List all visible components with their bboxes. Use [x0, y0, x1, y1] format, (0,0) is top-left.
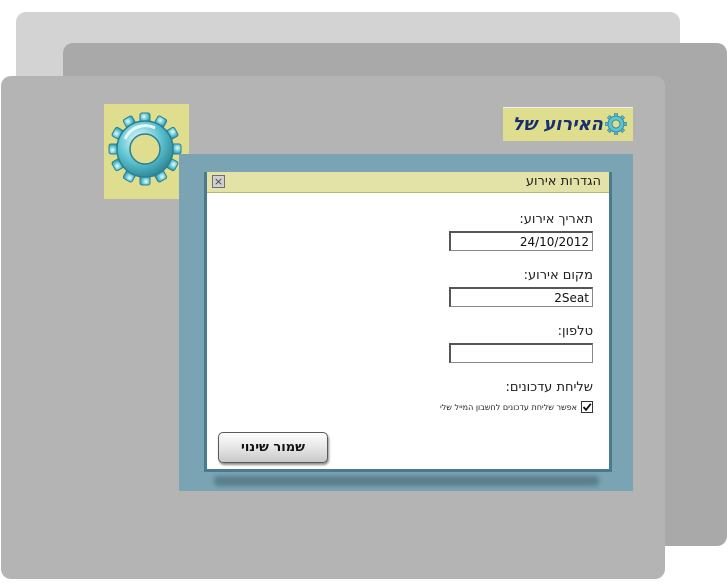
checkmark-icon: [582, 403, 592, 412]
event-date-input[interactable]: [449, 231, 593, 251]
event-title: האירוע של: [512, 114, 603, 135]
close-icon[interactable]: ×: [212, 175, 225, 188]
dialog-titlebar[interactable]: הגדרות אירוע ×: [207, 172, 609, 193]
event-settings-dialog: הגדרות אירוע × תאריך אירוע: מקום אירוע: …: [204, 172, 612, 472]
email-updates-checkbox[interactable]: [581, 401, 593, 413]
updates-section-label: שליחת עדכונים:: [505, 380, 593, 395]
gear-logo-icon: [108, 112, 182, 186]
event-header: האירוע של: [503, 107, 633, 141]
email-updates-label: אפשר שליחת עדכונים לחשבון המייל שלי: [439, 402, 577, 412]
dialog-shadow: [214, 476, 599, 486]
gear-small-icon: [605, 113, 627, 135]
dialog-title: הגדרות אירוע: [525, 174, 601, 189]
email-updates-row: אפשר שליחת עדכונים לחשבון המייל שלי: [440, 401, 593, 413]
save-changes-button[interactable]: שמור שינוי: [218, 432, 328, 463]
screen: האירוע של הגדרות אירוע × תאריך אירוע: 24…: [0, 0, 728, 584]
event-date-label: תאריך אירוע:: [519, 212, 593, 227]
side-logo-panel: [104, 104, 189, 199]
phone-input[interactable]: [449, 343, 593, 363]
event-venue-label: מקום אירוע:: [523, 268, 593, 283]
phone-label: טלפון:: [557, 324, 593, 339]
event-venue-input[interactable]: [449, 287, 593, 307]
